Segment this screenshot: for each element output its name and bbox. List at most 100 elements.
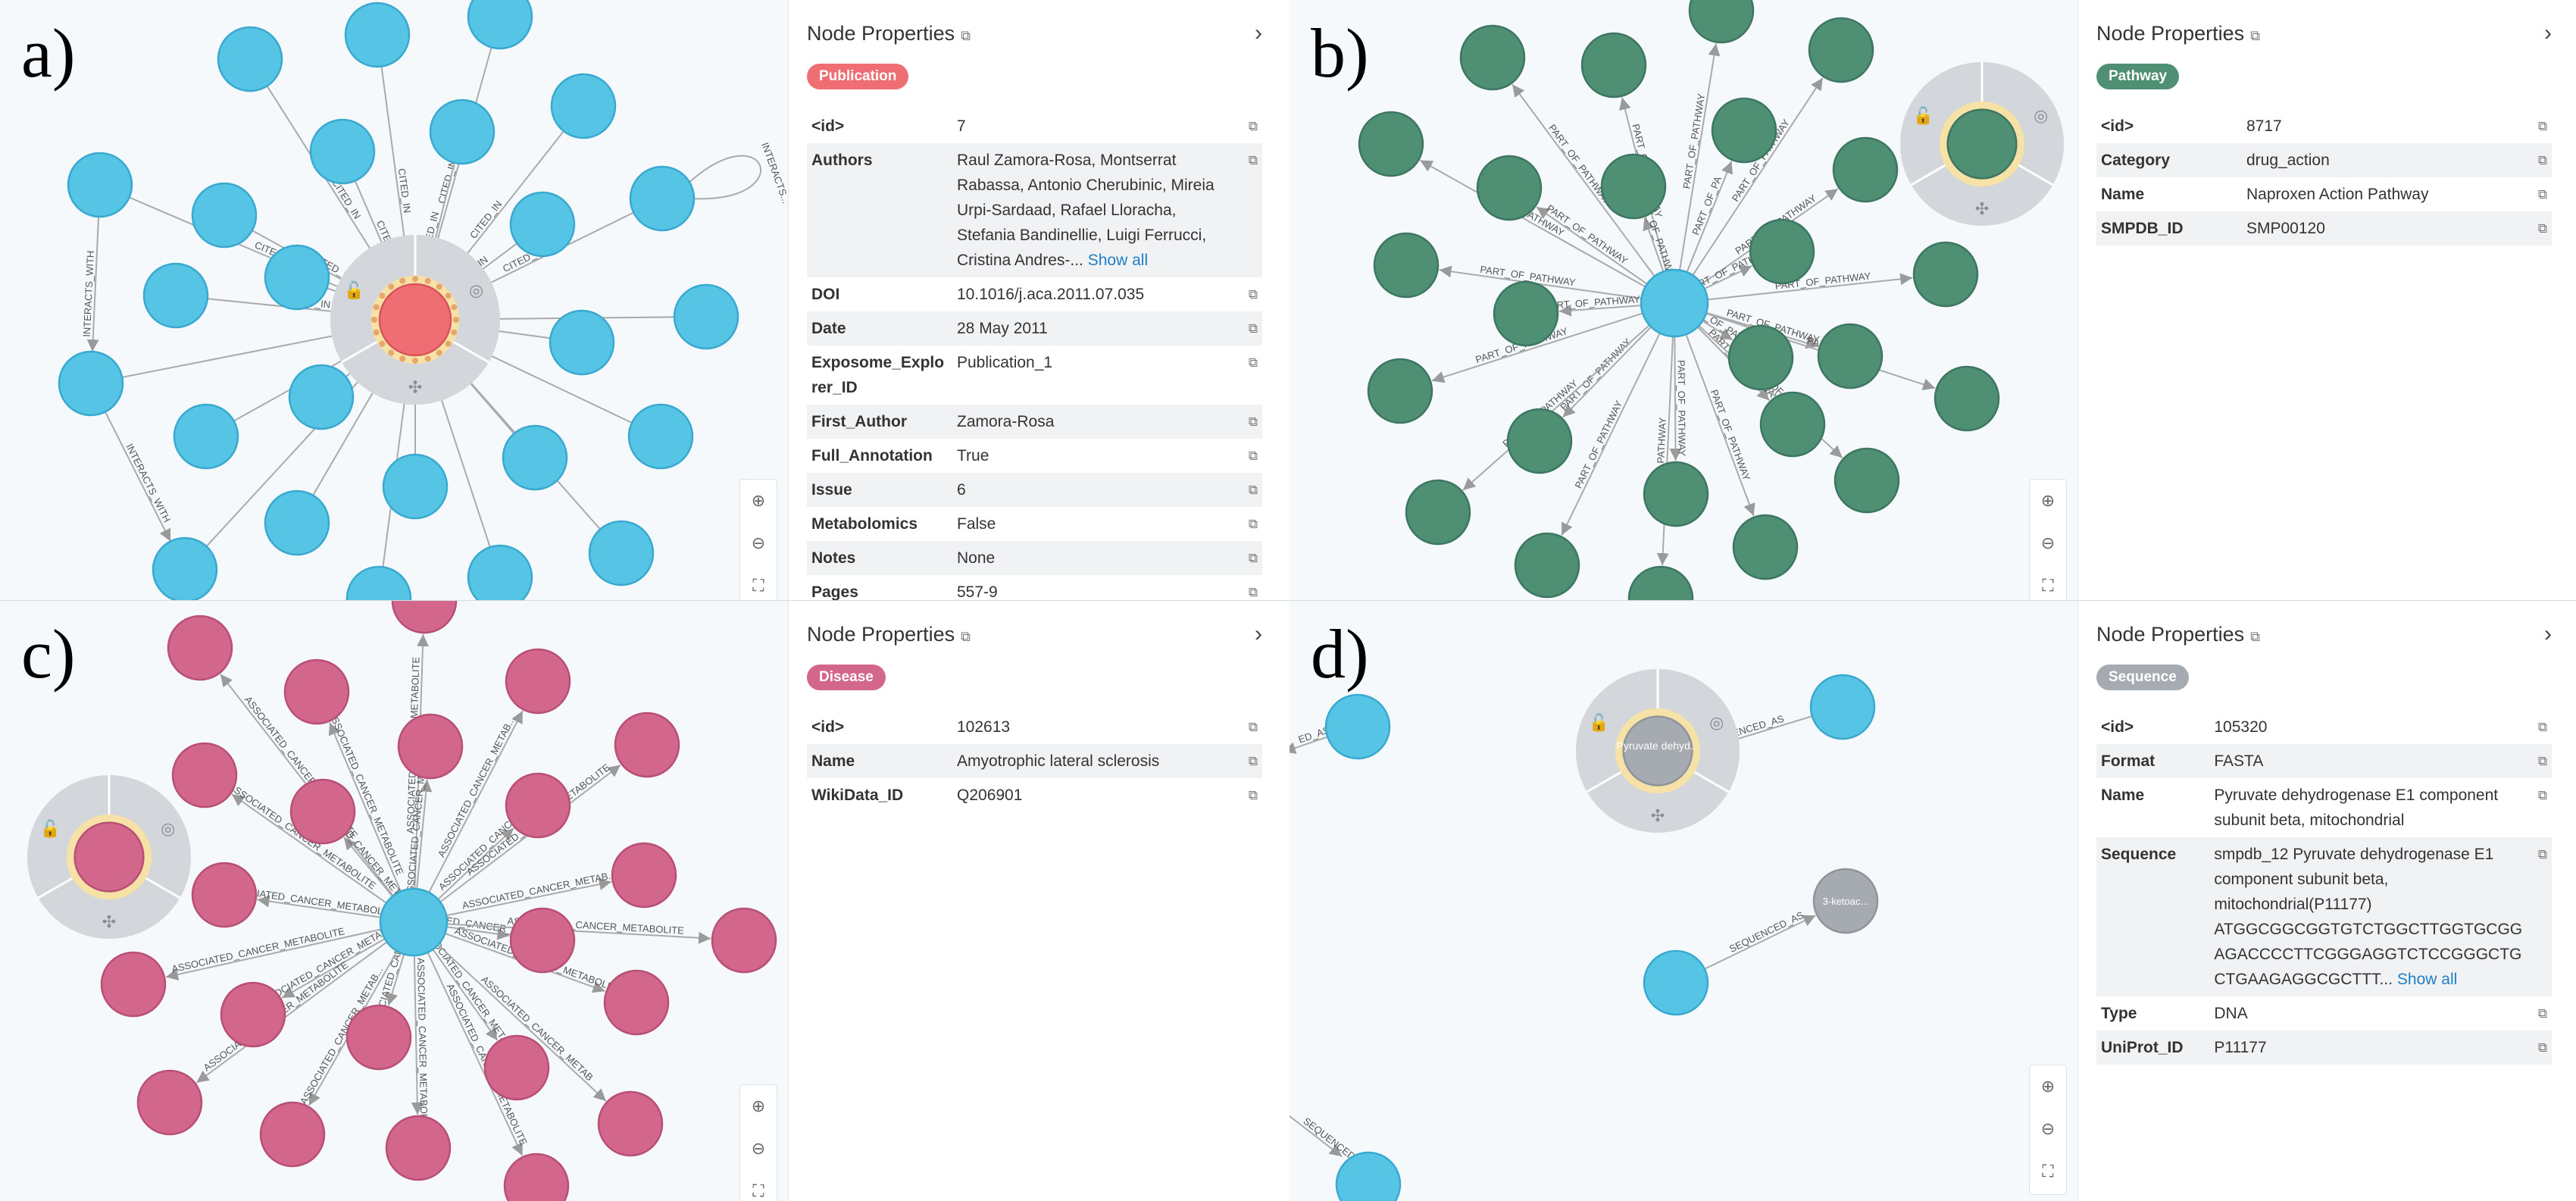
neighbor-node[interactable]: [1832, 136, 1899, 203]
neighbor-node[interactable]: [191, 182, 258, 249]
neighbor-node[interactable]: [611, 842, 677, 909]
copy-icon[interactable]: ⧉: [1235, 507, 1262, 541]
copy-icon[interactable]: ⧉: [1235, 346, 1262, 405]
selected-node[interactable]: [73, 821, 145, 893]
eye-icon[interactable]: ◎: [469, 281, 483, 300]
center-node[interactable]: [1640, 268, 1709, 338]
chevron-right-icon[interactable]: ›: [2544, 621, 2552, 647]
neighbor-node[interactable]: [345, 1004, 412, 1071]
copy-icon[interactable]: ⧉: [2524, 211, 2552, 246]
fit-icon[interactable]: ⛶: [740, 1170, 777, 1201]
neighbor-node[interactable]: [711, 907, 777, 974]
show-all-link[interactable]: Show all: [1088, 252, 1148, 269]
neighbor-node[interactable]: [509, 907, 576, 974]
neighbor-node[interactable]: [283, 658, 350, 725]
neighbor-node[interactable]: [152, 536, 218, 600]
graph-canvas-c[interactable]: ASSOCIATED_CANCER_METABOLITE ASSOCIATED_C…: [0, 601, 788, 1201]
node-label-badge[interactable]: Pathway: [2096, 64, 2180, 89]
copy-icon[interactable]: ⧉: [2524, 109, 2552, 143]
expand-icon[interactable]: ✣: [408, 377, 422, 396]
fit-icon[interactable]: ⛶: [740, 565, 777, 600]
neighbor-node[interactable]: [100, 951, 167, 1018]
zoom-in-icon[interactable]: ⊕: [740, 1085, 777, 1128]
zoom-out-icon[interactable]: ⊖: [2030, 1108, 2066, 1150]
copy-icon[interactable]: ⧉: [1235, 277, 1262, 311]
neighbor-node[interactable]: [1514, 532, 1580, 599]
neighbor-node[interactable]: [1358, 111, 1424, 177]
selected-node[interactable]: [1946, 108, 2018, 180]
copy-icon[interactable]: ⧉: [1235, 575, 1262, 600]
chevron-right-icon[interactable]: ›: [2544, 20, 2552, 46]
neighbor-node[interactable]: [67, 152, 133, 218]
neighbor-node[interactable]: [1809, 674, 1876, 740]
graph-svg-b[interactable]: PART_OF_PATHWAY PART_OF_PATHWAY PART_OF_PA…: [1290, 0, 2077, 600]
eye-icon[interactable]: ◎: [1709, 713, 1724, 732]
neighbor-node[interactable]: [1749, 218, 1815, 285]
neighbor-node[interactable]: [1373, 232, 1440, 299]
neighbor-node[interactable]: [1405, 479, 1471, 546]
copy-icon[interactable]: ⧉: [1235, 744, 1262, 778]
neighbor-node[interactable]: [1808, 17, 1874, 83]
relationship-edge[interactable]: [1462, 302, 1675, 491]
graph-svg-a[interactable]: CITED_IN CITED_IN CITED_INCITED_IN CITED_IN…: [0, 0, 788, 600]
neighbor-node[interactable]: [1643, 461, 1709, 527]
expand-icon[interactable]: ✣: [102, 912, 116, 931]
copy-icon[interactable]: ⧉: [2527, 837, 2552, 996]
eye-icon[interactable]: ◎: [161, 819, 175, 838]
graph-canvas-b[interactable]: PART_OF_PATHWAY PART_OF_PATHWAY PART_OF_PA…: [1290, 0, 2077, 600]
neighbor-node[interactable]: [171, 742, 238, 808]
neighbor-node[interactable]: [217, 26, 283, 92]
relationship-edge[interactable]: [1674, 43, 1721, 304]
graph-svg-c[interactable]: ASSOCIATED_CANCER_METABOLITEASSOCIATED_C…: [0, 601, 788, 1201]
copy-icon[interactable]: ⧉: [2527, 744, 2552, 778]
copy-icon[interactable]: ⧉: [1235, 405, 1262, 439]
node-label-badge[interactable]: Publication: [807, 64, 909, 89]
neighbor-node[interactable]: [509, 191, 576, 258]
neighbor-node[interactable]: [1476, 155, 1543, 221]
graph-svg-d[interactable]: ED_AS SEQUENCED_ASSEQUENCED_ASSEQUENCED_A…: [1290, 601, 2077, 1201]
copy-icon[interactable]: ⧉: [1235, 439, 1262, 473]
copy-icon[interactable]: ⧉: [2527, 778, 2552, 837]
neighbor-node[interactable]: [505, 772, 571, 839]
center-node[interactable]: [379, 887, 449, 957]
neighbor-node[interactable]: [1627, 565, 1694, 600]
chevron-right-icon[interactable]: ›: [1255, 621, 1262, 647]
neighbor-node[interactable]: [288, 364, 355, 430]
neighbor-node[interactable]: [603, 969, 670, 1036]
neighbor-node[interactable]: [467, 0, 533, 50]
graph-canvas-d[interactable]: ED_AS SEQUENCED_AS SEQUENCED_AS SEQUENCED_A…: [1290, 601, 2077, 1201]
neighbor-node[interactable]: [309, 118, 376, 185]
neighbor-node[interactable]: [1459, 24, 1526, 91]
neighbor-node[interactable]: [264, 489, 330, 556]
copy-icon[interactable]: ⧉: [1235, 143, 1262, 277]
zoom-out-icon[interactable]: ⊖: [740, 522, 777, 565]
neighbor-node[interactable]: [1643, 949, 1709, 1016]
fit-icon[interactable]: ⛶: [2030, 565, 2066, 600]
neighbor-node[interactable]: [550, 73, 617, 139]
neighbor-node[interactable]: [220, 981, 286, 1048]
neighbor-node[interactable]: [391, 601, 458, 634]
show-all-link[interactable]: Show all: [2397, 971, 2457, 988]
copy-icon[interactable]: ⧉: [2527, 996, 2552, 1031]
lock-icon[interactable]: 🔓: [1913, 106, 1934, 125]
neighbor-node[interactable]: [397, 713, 464, 780]
neighbor-node[interactable]: [1580, 32, 1647, 99]
neighbor-node[interactable]: [1727, 324, 1794, 391]
neighbor-node[interactable]: [173, 403, 239, 470]
neighbor-node[interactable]: [1732, 514, 1799, 580]
copy-icon[interactable]: ⧉: [1235, 311, 1262, 346]
expand-icon[interactable]: ✣: [1975, 199, 1989, 218]
neighbor-node[interactable]: [505, 648, 571, 715]
neighbor-node[interactable]: [58, 350, 124, 417]
zoom-in-icon[interactable]: ⊕: [2030, 1065, 2066, 1108]
neighbor-node[interactable]: [289, 778, 356, 845]
copy-icon[interactable]: ⧉: [2250, 28, 2260, 44]
copy-icon[interactable]: ⧉: [961, 28, 971, 44]
copy-icon[interactable]: ⧉: [1235, 473, 1262, 507]
neighbor-node[interactable]: [1711, 97, 1777, 164]
neighbor-node[interactable]: [1934, 365, 2000, 432]
neighbor-node[interactable]: [1506, 408, 1573, 474]
neighbor-node[interactable]: [1759, 391, 1826, 458]
graph-canvas-a[interactable]: CITED_IN CITED_IN CITED_IN CITED_IN CITED_IN…: [0, 0, 788, 600]
zoom-in-icon[interactable]: ⊕: [2030, 480, 2066, 522]
